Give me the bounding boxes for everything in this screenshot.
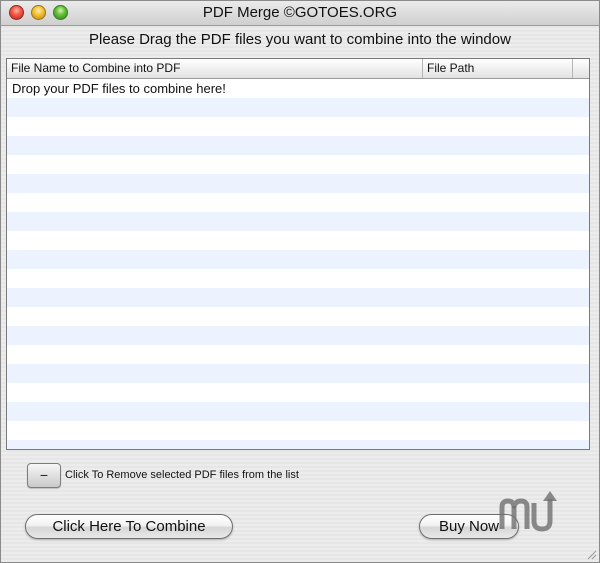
title-bar[interactable]: PDF Merge ©GOTOES.ORG bbox=[1, 1, 599, 26]
app-window: PDF Merge ©GOTOES.ORG Please Drag the PD… bbox=[0, 0, 600, 563]
combine-button[interactable]: Click Here To Combine bbox=[25, 514, 233, 539]
resize-grip-icon[interactable] bbox=[585, 548, 597, 560]
instruction-text: Please Drag the PDF files you want to co… bbox=[89, 31, 511, 48]
remove-files-button[interactable]: − bbox=[27, 463, 61, 488]
column-header-file-path[interactable]: File Path bbox=[423, 59, 573, 78]
window-title: PDF Merge ©GOTOES.ORG bbox=[202, 4, 398, 21]
table-header: File Name to Combine into PDF File Path bbox=[7, 59, 589, 79]
drop-hint-row: Drop your PDF files to combine here! bbox=[12, 81, 226, 96]
macupdate-logo-icon bbox=[499, 491, 557, 532]
remove-files-label: Click To Remove selected PDF files from … bbox=[65, 469, 299, 481]
table-body[interactable]: Drop your PDF files to combine here! bbox=[7, 79, 589, 449]
file-list-table[interactable]: File Name to Combine into PDF File Path … bbox=[6, 58, 590, 450]
column-header-file-name[interactable]: File Name to Combine into PDF bbox=[7, 59, 423, 78]
